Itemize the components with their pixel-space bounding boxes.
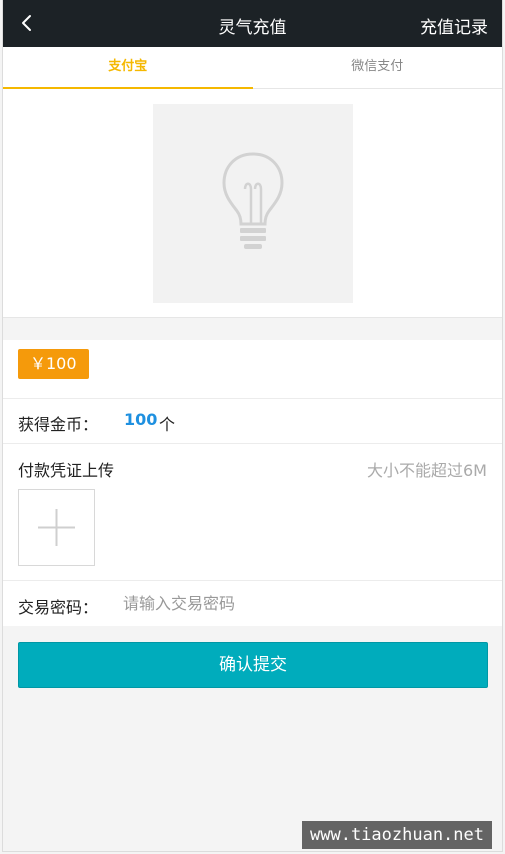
- password-row: 交易密码：: [3, 581, 502, 626]
- confirm-submit-button[interactable]: 确认提交: [18, 642, 488, 688]
- lightbulb-icon: [222, 151, 284, 249]
- recharge-history-link[interactable]: 充值记录: [420, 13, 488, 38]
- tab-wechat-pay[interactable]: 微信支付: [253, 47, 503, 88]
- tab-alipay[interactable]: 支付宝: [3, 47, 253, 89]
- watermark: www.tiaozhuan.net: [302, 821, 492, 849]
- upload-size-hint: 大小不能超过6M: [367, 461, 487, 480]
- recharge-form: ￥100 获得金币： 100 个 付款凭证上传 大小不能超过6M 交易密码：: [3, 340, 502, 626]
- coins-value: 100: [124, 410, 158, 429]
- trade-password-input[interactable]: [123, 587, 483, 619]
- password-label: 交易密码：: [18, 598, 99, 617]
- payment-tabs: 支付宝 微信支付: [3, 47, 502, 89]
- coins-label: 获得金币：: [18, 415, 99, 434]
- payment-qr-section: [3, 89, 502, 318]
- amount-row: ￥100: [3, 340, 502, 399]
- top-nav-bar: 灵气充值 充值记录: [3, 0, 502, 47]
- coins-row: 获得金币： 100 个: [3, 399, 502, 444]
- plus-icon: [38, 509, 75, 546]
- app-frame: 灵气充值 充值记录 支付宝 微信支付 ￥100 获得金币： 100 个 付款凭证…: [2, 0, 503, 852]
- coins-unit: 个: [159, 415, 176, 434]
- upload-label: 付款凭证上传: [18, 461, 115, 480]
- receipt-upload-row: 付款凭证上传 大小不能超过6M: [3, 444, 502, 581]
- qr-code-placeholder: [153, 104, 353, 303]
- amount-option-badge[interactable]: ￥100: [18, 349, 89, 379]
- receipt-upload-button[interactable]: [18, 489, 95, 566]
